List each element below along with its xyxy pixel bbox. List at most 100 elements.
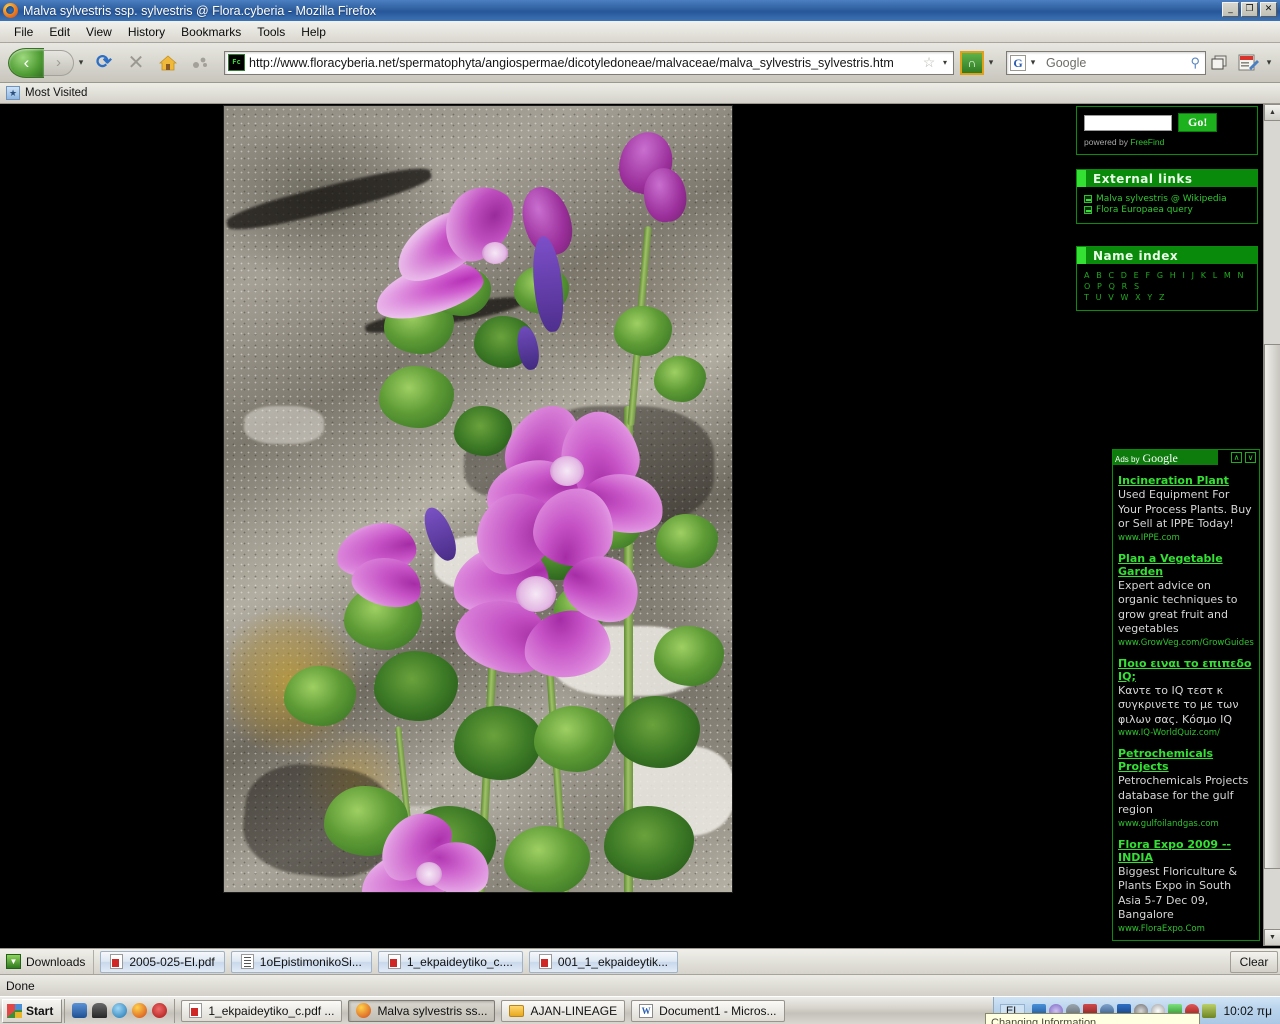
freefind-credit-prefix: powered by <box>1084 137 1131 147</box>
pdf-icon <box>189 1003 203 1018</box>
tab-overview-icon[interactable] <box>1206 49 1234 77</box>
external-link-wikipedia[interactable]: Malva sylvestris @ Wikipedia <box>1084 194 1250 204</box>
forward-button[interactable]: › <box>44 49 74 76</box>
address-bar[interactable]: Fc http://www.floracyberia.net/spermatop… <box>224 50 954 75</box>
taskbar-button-folder[interactable]: AJAN-LINEAGE <box>501 999 626 1022</box>
freefind-go-button[interactable]: Go! <box>1178 113 1218 132</box>
taskbar-button-word[interactable]: W Document1 - Micros... <box>631 999 785 1022</box>
reload-icon[interactable]: ⟳ <box>89 49 119 77</box>
scrollbar-up-button[interactable]: ▲ <box>1264 104 1280 121</box>
navigation-toolbar: ‹ › ▾ ⟳ ✕ Fc http://www.floracyberia.net… <box>0 43 1280 83</box>
ad-url[interactable]: www.IPPE.com <box>1118 533 1254 543</box>
external-link-label: Malva sylvestris @ Wikipedia <box>1096 194 1227 204</box>
name-index-letters-row1[interactable]: A B C D E F G H I J K L M N O P Q R S <box>1084 270 1250 292</box>
download-item-label: 1_ekpaideytiko_c.... <box>406 954 513 969</box>
ad-title[interactable]: Incineration Plant <box>1118 474 1254 487</box>
opera-icon[interactable] <box>152 1003 168 1018</box>
taskbar-button-firefox[interactable]: Malva sylvestris ss... <box>348 999 496 1022</box>
notes-dropdown-icon[interactable]: ▾ <box>1262 57 1276 68</box>
download-item-label: 2005-025-El.pdf <box>129 954 215 969</box>
download-item[interactable]: 2005-025-El.pdf <box>100 950 225 973</box>
link-icon[interactable] <box>185 49 215 77</box>
bookmark-star-icon[interactable]: ☆ <box>919 54 939 71</box>
ad-url[interactable]: www.FloraExpo.Com <box>1118 924 1254 934</box>
clear-downloads-button[interactable]: Clear <box>1230 951 1278 973</box>
ad-url[interactable]: www.gulfoilandgas.com <box>1118 819 1254 829</box>
firefox-icon[interactable] <box>132 1003 148 1018</box>
page-content: Go! powered by FreeFind External links M… <box>0 104 1280 946</box>
ad-url[interactable]: www.IQ-WorldQuiz.com/ <box>1118 728 1254 738</box>
freefind-brand[interactable]: FreeFind <box>1130 137 1164 147</box>
external-link-label: Flora Europaea query <box>1096 205 1193 215</box>
search-engine-dropdown-icon[interactable]: ▾ <box>1026 57 1040 68</box>
menu-edit[interactable]: Edit <box>41 23 78 41</box>
back-button[interactable]: ‹ <box>8 47 44 78</box>
menu-file[interactable]: File <box>6 23 41 41</box>
page-scrollbar[interactable]: ▲ ▼ <box>1263 104 1280 946</box>
bookmark-most-visited[interactable]: ★ Most Visited <box>6 86 87 100</box>
arrow-right-icon <box>1084 195 1092 203</box>
ad-title[interactable]: Flora Expo 2009 -- INDIA <box>1118 838 1254 864</box>
external-link-flora-europaea[interactable]: Flora Europaea query <box>1084 205 1250 215</box>
url-dropdown-icon[interactable]: ▾ <box>939 58 951 67</box>
menu-help[interactable]: Help <box>293 23 334 41</box>
ad-body: Petrochemicals Projects database for the… <box>1118 774 1249 816</box>
desktop: Malva sylvestris ssp. sylvestris @ Flora… <box>0 0 1280 1024</box>
ad-body: Καντε το IQ τεστ κ συγκρινετε το με των … <box>1118 683 1239 726</box>
download-item[interactable]: 1oEpistimonikoSi... <box>230 950 372 973</box>
menu-bar: File Edit View History Bookmarks Tools H… <box>0 21 1280 43</box>
close-icon[interactable]: ✕ <box>1260 2 1277 17</box>
downloads-button[interactable]: Downloads <box>2 949 95 974</box>
addon-dropdown-icon[interactable]: ▾ <box>984 57 998 68</box>
show-desktop-icon[interactable] <box>92 1003 108 1018</box>
history-dropdown-icon[interactable]: ▾ <box>74 57 88 68</box>
search-bar[interactable]: G ▾ Google ⚲ <box>1006 50 1206 75</box>
firefox-icon <box>356 1003 372 1018</box>
quick-launch-bar <box>64 998 176 1023</box>
stop-icon[interactable]: ✕ <box>121 49 151 77</box>
download-item[interactable]: 1_ekpaideytiko_c.... <box>377 950 523 973</box>
menu-history[interactable]: History <box>120 23 173 41</box>
minimize-icon[interactable]: _ <box>1222 2 1239 17</box>
url-input[interactable]: http://www.floracyberia.net/spermatophyt… <box>249 56 919 70</box>
ad-title[interactable]: Plan a Vegetable Garden <box>1118 552 1254 578</box>
ads-down-icon[interactable]: ∨ <box>1245 452 1256 463</box>
flower-photo[interactable] <box>223 105 733 893</box>
search-input[interactable]: Google <box>1040 56 1190 70</box>
download-item[interactable]: 001_1_ekpaideytik... <box>528 950 678 973</box>
ad-title[interactable]: Ποιο ειναι το επιπεδο IQ; <box>1118 657 1254 683</box>
site-sidebar: Go! powered by FreeFind External links M… <box>1076 104 1258 325</box>
outlook-icon[interactable] <box>72 1003 88 1018</box>
name-index-letters-row2[interactable]: T U V W X Y Z <box>1084 292 1250 303</box>
scrollbar-thumb[interactable] <box>1264 344 1280 869</box>
pdf-icon <box>110 954 124 969</box>
ad-body: Used Equipment For Your Process Plants. … <box>1118 488 1252 530</box>
taskbar-button-pdf[interactable]: 1_ekpaideytiko_c.pdf ... <box>181 999 343 1022</box>
ad-body: Biggest Floriculture & Plants Expo in So… <box>1118 864 1238 922</box>
bookmarks-toolbar: ★ Most Visited <box>0 83 1280 104</box>
menu-view[interactable]: View <box>78 23 120 41</box>
document-icon <box>240 954 254 969</box>
scrollbar-down-button[interactable]: ▼ <box>1264 929 1280 946</box>
ad-title[interactable]: Petrochemicals Projects <box>1118 747 1254 773</box>
menu-tools[interactable]: Tools <box>249 23 293 41</box>
start-button[interactable]: Start <box>2 998 63 1023</box>
download-bar: Downloads 2005-025-El.pdf 1oEpistimoniko… <box>0 948 1280 974</box>
ads-up-icon[interactable]: ∧ <box>1231 452 1242 463</box>
menu-bookmarks[interactable]: Bookmarks <box>173 23 249 41</box>
bookmark-folder-icon: ★ <box>6 86 20 100</box>
addon-button[interactable]: ∩ <box>960 50 984 75</box>
notes-icon[interactable] <box>1234 49 1262 77</box>
home-icon[interactable] <box>153 49 183 77</box>
freefind-search-input[interactable] <box>1084 114 1172 131</box>
tray-tooltip: Changing Information <box>985 1013 1200 1024</box>
clock[interactable]: 10:02 πμ <box>1219 1004 1276 1018</box>
download-item-label: 1oEpistimonikoSi... <box>259 954 362 969</box>
internet-explorer-icon[interactable] <box>112 1003 128 1018</box>
maximize-icon[interactable]: ❐ <box>1241 2 1258 17</box>
update-icon[interactable] <box>1202 1004 1217 1018</box>
search-icon[interactable]: ⚲ <box>1190 55 1202 71</box>
status-text: Done <box>6 978 35 993</box>
google-search-engine-icon[interactable]: G <box>1010 54 1026 71</box>
ad-url[interactable]: www.GrowVeg.com/GrowGuides <box>1118 638 1254 648</box>
